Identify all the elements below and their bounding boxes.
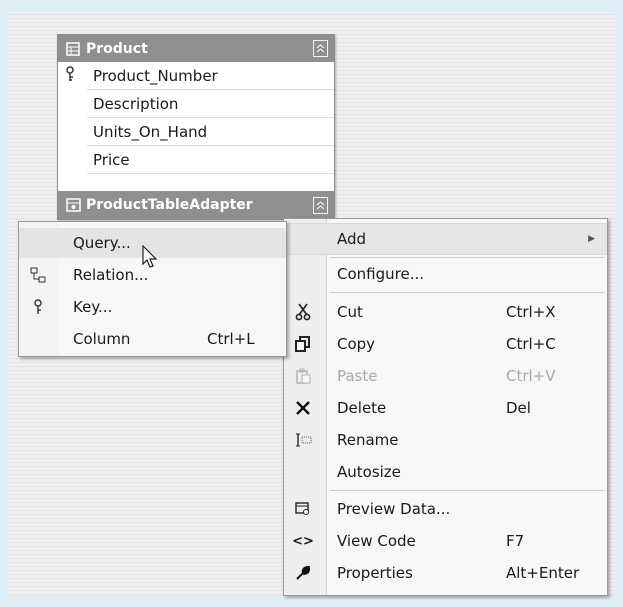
context-menu: Add ▶ Configure... Cut Ctrl+X Copy Ctrl+… <box>283 218 608 596</box>
column-row[interactable]: Price <box>87 146 334 174</box>
menu-item-key[interactable]: Key... <box>19 292 286 322</box>
column-row[interactable]: Units_On_Hand <box>87 118 334 146</box>
collapse-chevron-icon[interactable] <box>313 197 328 214</box>
table-header[interactable]: Product <box>58 35 334 62</box>
column-name: Description <box>93 94 179 113</box>
menu-separator <box>330 292 605 293</box>
key-icon <box>29 298 47 316</box>
menu-item-shortcut: Ctrl+X <box>506 303 556 321</box>
table-title: Product <box>86 40 148 57</box>
menu-separator <box>330 257 605 258</box>
menu-item-properties[interactable]: Properties Alt+Enter <box>284 558 607 588</box>
mouse-cursor-icon <box>142 244 158 273</box>
preview-data-icon <box>294 500 312 518</box>
menu-item-copy[interactable]: Copy Ctrl+C <box>284 329 607 359</box>
menu-separator <box>330 490 605 491</box>
column-row[interactable]: Product_Number <box>87 62 334 90</box>
menu-item-label: Preview Data... <box>337 500 451 518</box>
menu-item-shortcut: Ctrl+V <box>506 367 556 385</box>
menu-item-label: Column <box>73 330 131 348</box>
menu-item-label: Paste <box>337 367 378 385</box>
menu-item-label: Cut <box>337 303 363 321</box>
menu-item-label: Copy <box>337 335 376 353</box>
view-code-icon: <> <box>292 533 314 549</box>
menu-item-add[interactable]: Add ▶ <box>284 223 607 255</box>
menu-item-label: View Code <box>337 532 416 550</box>
collapse-chevron-icon[interactable] <box>313 40 328 57</box>
menu-item-label: Key... <box>73 298 113 316</box>
wrench-icon <box>294 564 312 582</box>
product-datatable[interactable]: Product Product_Number Description Units… <box>57 34 335 220</box>
menu-item-autosize[interactable]: Autosize <box>284 457 607 487</box>
menu-item-preview-data[interactable]: Preview Data... <box>284 494 607 524</box>
menu-item-label: Relation... <box>73 266 149 284</box>
submenu-arrow-icon: ▶ <box>588 234 595 244</box>
menu-item-shortcut: Ctrl+C <box>506 335 556 353</box>
column-name: Units_On_Hand <box>93 122 208 141</box>
tableadapter-title: ProductTableAdapter <box>86 197 253 213</box>
menu-item-column[interactable]: Column Ctrl+L <box>19 324 286 354</box>
menu-item-shortcut: Ctrl+L <box>207 330 255 348</box>
menu-item-label: Autosize <box>337 463 401 481</box>
menu-item-label: Delete <box>337 399 387 417</box>
menu-item-label: Rename <box>337 431 399 449</box>
menu-item-rename[interactable]: Rename <box>284 425 607 455</box>
menu-item-label: Configure... <box>337 265 425 283</box>
column-name: Price <box>93 150 130 169</box>
column-name: Product_Number <box>93 66 218 85</box>
menu-item-shortcut: Alt+Enter <box>506 564 580 582</box>
menu-item-label: Add <box>337 230 367 248</box>
copy-icon <box>294 335 312 353</box>
delete-x-icon <box>294 399 312 417</box>
column-row[interactable]: Description <box>87 90 334 118</box>
menu-item-configure[interactable]: Configure... <box>284 259 607 289</box>
datatable-icon <box>66 41 86 56</box>
menu-item-label: Properties <box>337 564 413 582</box>
key-icon <box>65 66 75 86</box>
menu-item-label: Query... <box>73 234 131 252</box>
tableadapter-header[interactable]: ProductTableAdapter <box>58 191 334 219</box>
scissors-icon <box>294 303 312 321</box>
menu-item-paste: Paste Ctrl+V <box>284 361 607 391</box>
menu-item-shortcut: F7 <box>506 532 525 550</box>
add-submenu: Query... Relation... Key... Column Ctrl+… <box>18 221 287 357</box>
menu-item-view-code[interactable]: <> View Code F7 <box>284 526 607 556</box>
menu-item-delete[interactable]: Delete Del <box>284 393 607 423</box>
paste-icon <box>294 367 312 385</box>
tableadapter-icon <box>66 198 86 212</box>
menu-item-cut[interactable]: Cut Ctrl+X <box>284 297 607 327</box>
menu-item-shortcut: Del <box>506 399 531 417</box>
rename-icon <box>294 431 312 449</box>
relation-icon <box>29 266 47 284</box>
